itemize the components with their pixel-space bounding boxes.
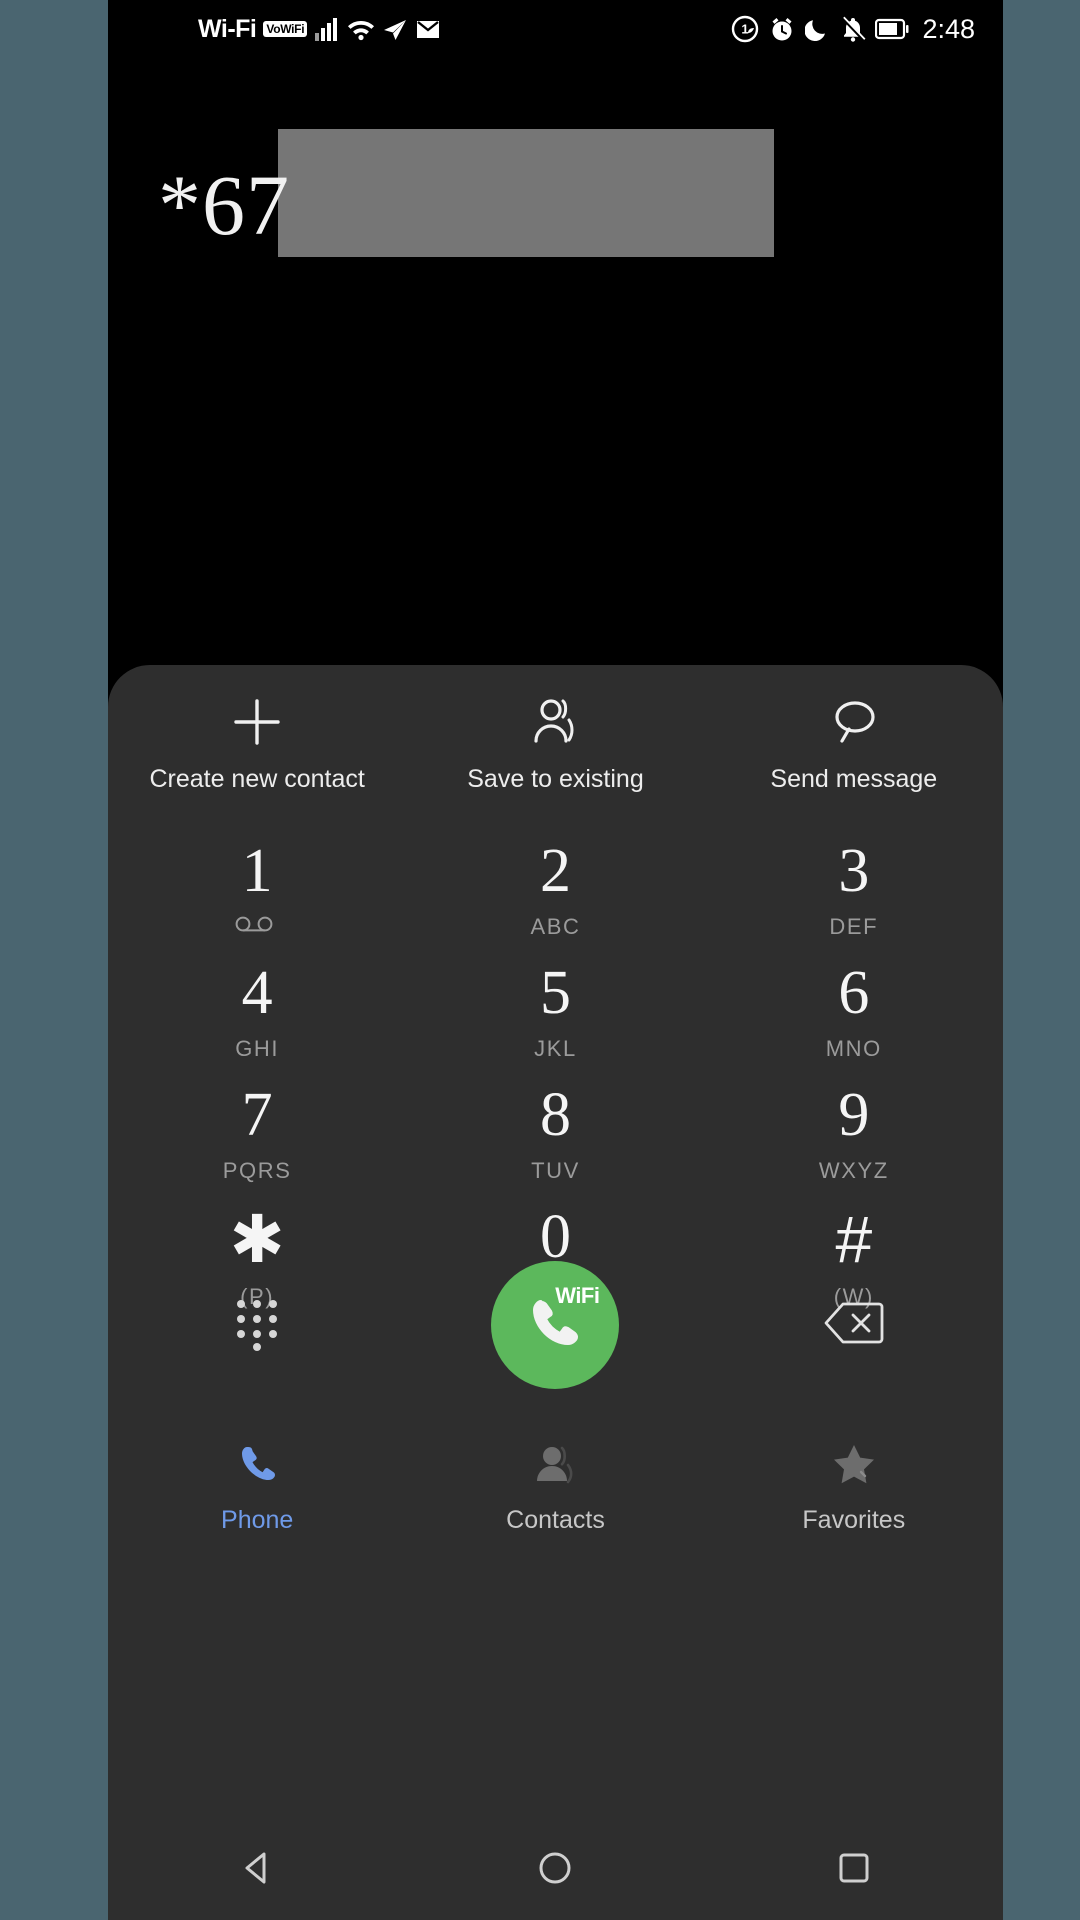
call-action-row: WiFi <box>108 1250 1003 1400</box>
mail-icon <box>417 21 440 38</box>
dialpad-row: 4 GHI 5 JKL 6 MNO <box>108 962 1003 1084</box>
dialpad-row: 1 2 ABC 3 DEF <box>108 840 1003 962</box>
dialpad-key-8-letters: TUV <box>531 1158 580 1183</box>
nav-recents-button[interactable] <box>705 1845 1003 1896</box>
call-button[interactable]: WiFi <box>406 1261 704 1389</box>
dialpad-key-3-digit: 3 <box>838 837 870 905</box>
tab-favorites-label: Favorites <box>802 1505 906 1534</box>
tab-contacts[interactable]: Contacts <box>406 1425 704 1550</box>
dialpad-key-7[interactable]: 7 PQRS <box>108 1084 406 1206</box>
dialpad-key-3-letters: DEF <box>829 914 879 939</box>
data-saver-icon: 1 <box>732 15 759 43</box>
phone-screen: Wi-Fi VoWiFi 1 2:48 *67 Create new conta… <box>108 0 1003 1920</box>
nav-back-button[interactable] <box>108 1845 406 1896</box>
phone-icon <box>233 1441 281 1494</box>
dialpad-key-5-digit: 5 <box>539 959 571 1027</box>
home-circle-icon <box>532 1845 578 1896</box>
dialpad-key-2-letters: ABC <box>530 914 581 939</box>
tab-phone[interactable]: Phone <box>108 1425 406 1550</box>
contact-actions-row: Create new contact Save to existing Send… <box>108 693 1003 794</box>
battery-icon <box>875 18 909 40</box>
dialpad-key-5-letters: JKL <box>534 1036 577 1061</box>
nav-home-button[interactable] <box>406 1845 704 1896</box>
star-icon <box>830 1441 878 1494</box>
dialpad-key-9-digit: 9 <box>838 1081 870 1149</box>
wifi-icon <box>348 21 375 41</box>
redaction-box <box>278 129 774 257</box>
vowifi-badge: VoWiFi <box>263 21 308 37</box>
dialpad-key-4-digit: 4 <box>241 959 273 1027</box>
create-new-contact-button[interactable]: Create new contact <box>108 693 406 794</box>
message-bubble-icon <box>825 693 883 751</box>
send-message-label: Send message <box>770 765 938 793</box>
back-triangle-icon <box>234 1845 280 1896</box>
recents-square-icon <box>831 1845 877 1896</box>
create-new-contact-label: Create new contact <box>149 765 365 793</box>
status-bar-clock: 2:48 <box>922 13 975 44</box>
dialpad-key-6-letters: MNO <box>825 1036 882 1061</box>
location-icon <box>384 20 407 40</box>
dialpad-key-6[interactable]: 6 MNO <box>705 962 1003 1084</box>
dialpad-key-2-digit: 2 <box>539 837 571 905</box>
dialpad-row: 7 PQRS 8 TUV 9 WXYZ <box>108 1084 1003 1206</box>
dialed-number-text: *67 <box>158 157 290 253</box>
dialpad-toggle-button[interactable] <box>108 1294 406 1357</box>
plus-icon <box>228 693 286 751</box>
backspace-icon <box>823 1300 885 1351</box>
dialpad-key-6-digit: 6 <box>838 959 870 1027</box>
alarm-icon <box>772 18 792 41</box>
send-message-button[interactable]: Send message <box>705 693 1003 794</box>
bottom-tab-bar: Phone Contacts Favorites <box>108 1425 1003 1550</box>
dialpad-key-9-letters: WXYZ <box>818 1158 889 1183</box>
save-to-existing-label: Save to existing <box>467 765 644 793</box>
person-add-icon <box>526 693 584 751</box>
dialed-number-area[interactable]: *67 <box>108 58 1003 665</box>
dialpad-key-3[interactable]: 3 DEF <box>705 840 1003 962</box>
wifi-label: Wi-Fi <box>198 14 257 43</box>
save-to-existing-button[interactable]: Save to existing <box>406 693 704 794</box>
dialpad-icon <box>231 1294 283 1357</box>
dialpad-key-2[interactable]: 2 ABC <box>406 840 704 962</box>
dialpad-key-5[interactable]: 5 JKL <box>406 962 704 1084</box>
person-icon <box>531 1441 579 1494</box>
svg-text:1: 1 <box>742 22 749 37</box>
tab-favorites[interactable]: Favorites <box>705 1425 1003 1550</box>
status-bar-left: Wi-Fi VoWiFi <box>198 0 441 58</box>
signal-bars-icon <box>315 18 338 41</box>
status-bar-right: 1 2:48 <box>731 0 975 58</box>
dialpad-key-1[interactable]: 1 <box>108 840 406 962</box>
call-button-wifi-badge: WiFi <box>555 1283 600 1308</box>
dialpad-key-4[interactable]: 4 GHI <box>108 962 406 1084</box>
dialpad-key-1-digit: 1 <box>241 837 273 905</box>
android-nav-bar <box>108 1820 1003 1920</box>
voicemail-icon <box>234 916 280 937</box>
mute-bell-icon <box>842 16 866 42</box>
tab-phone-label: Phone <box>221 1505 294 1534</box>
dialpad-key-8[interactable]: 8 TUV <box>406 1084 704 1206</box>
status-bar: Wi-Fi VoWiFi 1 2:48 <box>108 0 1003 58</box>
dialpad-key-4-letters: GHI <box>235 1036 280 1061</box>
dialer-panel: Create new contact Save to existing Send… <box>108 665 1003 1855</box>
delete-button[interactable] <box>705 1300 1003 1351</box>
dialpad-key-7-letters: PQRS <box>222 1158 292 1183</box>
call-button-circle[interactable]: WiFi <box>491 1261 620 1389</box>
dialpad-key-8-digit: 8 <box>539 1081 571 1149</box>
dialpad-key-7-digit: 7 <box>241 1081 273 1149</box>
do-not-disturb-moon-icon <box>805 20 826 42</box>
dialpad-key-9[interactable]: 9 WXYZ <box>705 1084 1003 1206</box>
tab-contacts-label: Contacts <box>506 1505 605 1534</box>
